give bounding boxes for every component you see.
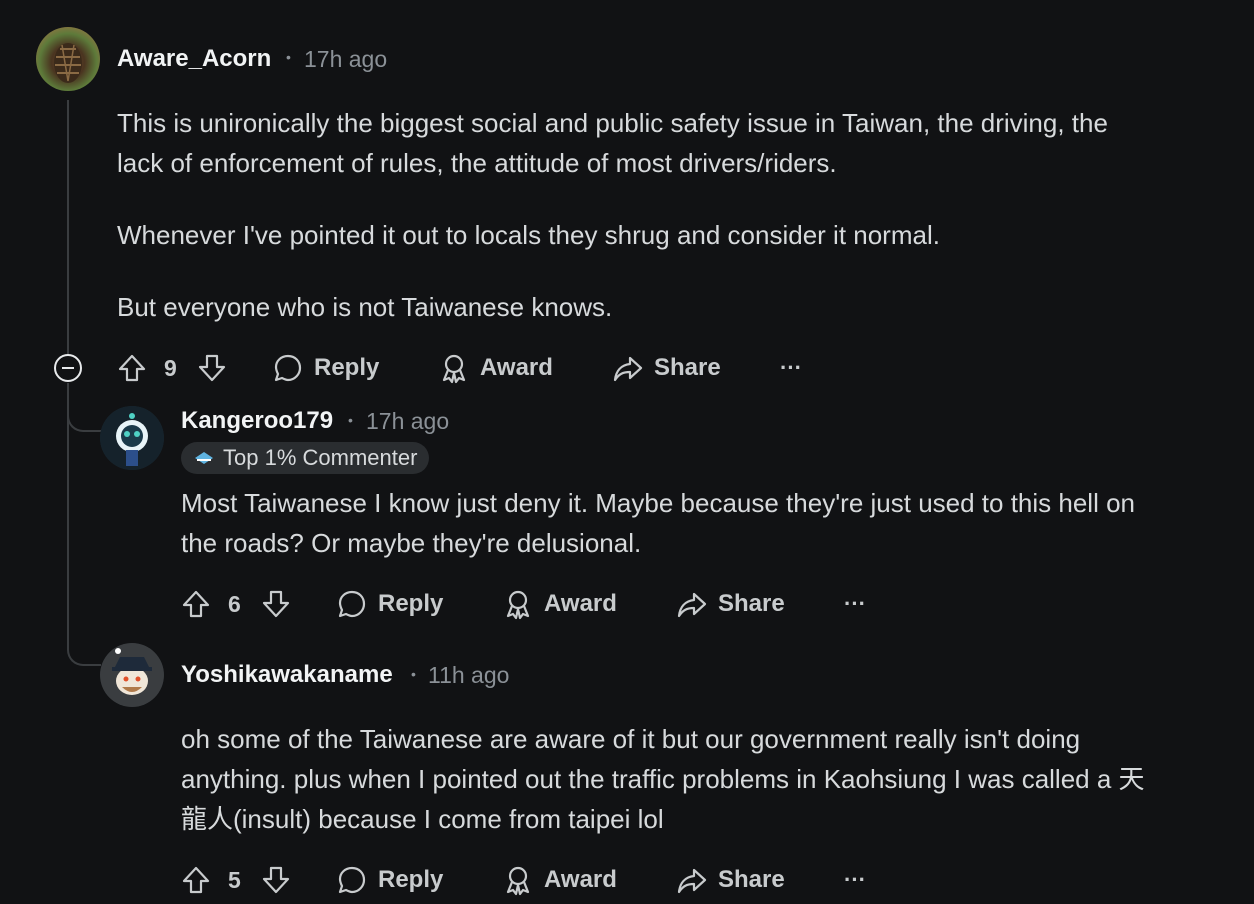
downvote-icon	[262, 866, 290, 894]
award-label: Award	[544, 590, 617, 617]
avatar[interactable]	[100, 406, 164, 470]
vote-count: 5	[228, 866, 241, 893]
comment-body-line: 龍人(insult) because I come from taipei lo…	[181, 804, 664, 834]
award-button[interactable]: Award	[502, 860, 617, 900]
vote-count: 6	[228, 590, 241, 617]
thread-branch-2	[67, 620, 101, 666]
downvote-button[interactable]	[261, 860, 291, 900]
downvote-button[interactable]	[261, 584, 291, 624]
reply-label: Reply	[378, 866, 444, 893]
upvote-icon	[182, 866, 210, 894]
comment-body-line: lack of enforcement of rules, the attitu…	[117, 148, 837, 178]
comment-bubble-icon	[338, 590, 366, 618]
downvote-button[interactable]	[197, 348, 227, 388]
upvote-button[interactable]	[181, 584, 211, 624]
reply-label: Reply	[378, 590, 444, 617]
share-button[interactable]: Share	[676, 860, 785, 900]
upvote-button[interactable]	[117, 348, 147, 388]
downvote-icon	[262, 590, 290, 618]
reply-button[interactable]: Reply	[336, 860, 443, 900]
comment-body-line: This is unironically the biggest social …	[117, 108, 1108, 138]
username[interactable]: Aware_Acorn	[117, 45, 271, 73]
share-button[interactable]: Share	[612, 348, 721, 388]
comment-actions: 5 Reply Award Share ···	[181, 860, 901, 900]
vote-count: 9	[164, 354, 177, 381]
comment-body-line: Most Taiwanese I know just deny it. Mayb…	[181, 488, 1136, 518]
share-label: Share	[718, 590, 785, 617]
reply-button[interactable]: Reply	[272, 348, 379, 388]
avatar[interactable]	[100, 643, 164, 707]
share-label: Share	[718, 866, 785, 893]
comment-bubble-icon	[274, 354, 302, 382]
pinecone-icon	[54, 43, 82, 83]
award-button[interactable]: Award	[502, 584, 617, 624]
award-button[interactable]: Award	[438, 348, 553, 388]
more-options-button[interactable]: ···	[780, 348, 802, 388]
upvote-icon	[118, 354, 146, 382]
separator-dot: •	[286, 49, 291, 65]
comment-actions: 9 Reply Award Share ···	[117, 348, 837, 388]
thread-line-main	[67, 100, 69, 354]
more-options-button[interactable]: ···	[844, 584, 866, 624]
comment-actions: 6 Reply Award Share ···	[181, 584, 901, 624]
reply-button[interactable]: Reply	[336, 584, 443, 624]
timestamp[interactable]: 11h ago	[428, 662, 509, 689]
comment-body-line: But everyone who is not Taiwanese knows.	[117, 292, 613, 322]
avatar[interactable]	[36, 27, 100, 91]
snoo-hat-icon	[100, 643, 164, 707]
downvote-icon	[198, 354, 226, 382]
badge-icon	[195, 452, 213, 464]
commenter-badge: Top 1% Commenter	[181, 442, 430, 474]
username[interactable]: Kangeroo179	[181, 407, 333, 435]
share-icon	[613, 356, 643, 382]
more-options-button[interactable]: ···	[844, 860, 866, 900]
upvote-button[interactable]	[181, 860, 211, 900]
comment-bubble-icon	[338, 866, 366, 894]
share-button[interactable]: Share	[676, 584, 785, 624]
reply-label: Reply	[314, 354, 380, 381]
comment-body-line: the roads? Or maybe they're delusional.	[181, 528, 642, 558]
thread-branch-1	[67, 390, 101, 432]
snoo-icon	[100, 406, 164, 470]
badge-label: Top 1% Commenter	[223, 445, 418, 470]
timestamp[interactable]: 17h ago	[304, 46, 387, 73]
minus-icon	[62, 367, 74, 369]
award-label: Award	[480, 354, 553, 381]
award-icon	[506, 866, 530, 896]
award-icon	[506, 590, 530, 620]
separator-dot: •	[411, 666, 416, 682]
award-label: Award	[544, 866, 617, 893]
comment-body-line: oh some of the Taiwanese are aware of it…	[181, 724, 1081, 754]
upvote-icon	[182, 590, 210, 618]
share-icon	[677, 592, 707, 618]
separator-dot: •	[348, 412, 353, 428]
award-icon	[442, 354, 466, 384]
share-icon	[677, 868, 707, 894]
timestamp[interactable]: 17h ago	[366, 408, 449, 435]
comment-body-line: Whenever I've pointed it out to locals t…	[117, 220, 940, 250]
comment-body-line: anything. plus when I pointed out the tr…	[181, 764, 1145, 794]
share-label: Share	[654, 354, 721, 381]
collapse-thread-button[interactable]	[54, 354, 82, 382]
username[interactable]: Yoshikawakaname	[181, 661, 393, 689]
